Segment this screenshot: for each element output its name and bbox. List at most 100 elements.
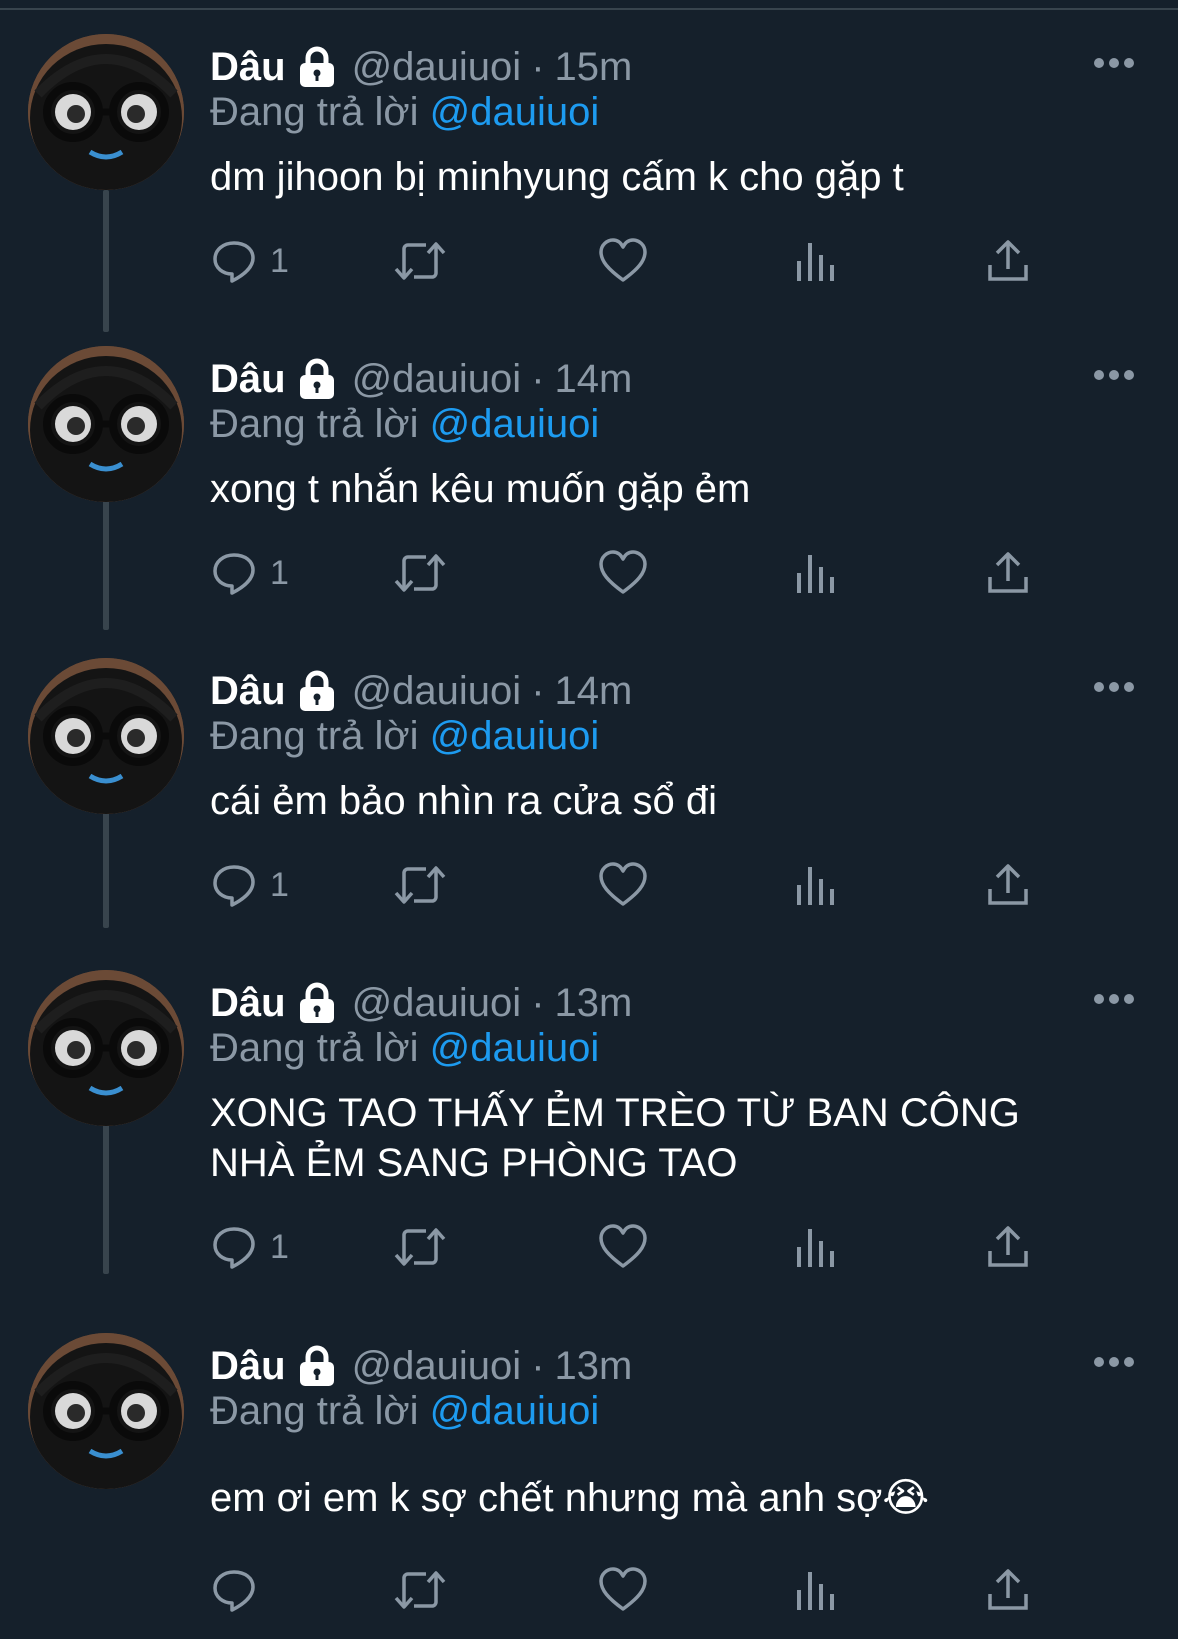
reply-button[interactable]: 1	[210, 236, 289, 286]
more-icon[interactable]	[1092, 992, 1136, 1006]
tweet-header: Dâu @dauiuoi · 15m	[210, 42, 632, 92]
like-icon	[599, 1224, 647, 1268]
reply-button[interactable]: 1	[210, 860, 289, 910]
share-button[interactable]	[985, 1222, 1031, 1272]
avatar[interactable]	[28, 658, 184, 814]
retweet-button[interactable]	[392, 1565, 448, 1615]
retweet-icon	[394, 242, 446, 280]
reply-count: 1	[270, 553, 289, 592]
avatar[interactable]	[28, 34, 184, 190]
like-button[interactable]	[598, 236, 648, 286]
retweet-button[interactable]	[392, 860, 448, 910]
timestamp[interactable]: 13m	[555, 1344, 633, 1389]
views-button[interactable]	[794, 236, 838, 286]
lock-icon	[299, 46, 334, 87]
share-icon	[988, 1226, 1028, 1267]
mention-link[interactable]: @dauiuoi	[430, 1389, 600, 1433]
share-button[interactable]	[985, 236, 1031, 286]
reply-icon	[213, 553, 255, 595]
views-button[interactable]	[794, 860, 838, 910]
display-name[interactable]: Dâu	[210, 669, 286, 714]
like-button[interactable]	[598, 1222, 648, 1272]
views-icon	[797, 867, 834, 905]
tweet-actions: 1	[210, 236, 1090, 286]
reply-button[interactable]: 1	[210, 1222, 289, 1272]
like-icon	[599, 238, 647, 282]
like-icon	[599, 550, 647, 594]
avatar[interactable]	[28, 1333, 184, 1489]
tweet[interactable]: Dâu @dauiuoi · 15m Đang trả lời @dauiuoi…	[0, 34, 1178, 324]
tweet[interactable]: Dâu @dauiuoi · 13m Đang trả lời @dauiuoi…	[0, 970, 1178, 1310]
share-button[interactable]	[985, 1565, 1031, 1615]
handle[interactable]: @dauiuoi	[352, 45, 522, 90]
separator-dot: ·	[531, 1343, 545, 1388]
reply-count: 1	[270, 1227, 289, 1266]
reply-button[interactable]: 1	[210, 548, 289, 598]
more-icon[interactable]	[1092, 56, 1136, 70]
lock-icon	[299, 1345, 334, 1386]
retweet-button[interactable]	[392, 548, 448, 598]
more-icon[interactable]	[1092, 368, 1136, 382]
display-name[interactable]: Dâu	[210, 1344, 286, 1389]
timestamp[interactable]: 14m	[555, 669, 633, 714]
separator-dot: ·	[531, 44, 545, 89]
more-icon[interactable]	[1092, 1355, 1136, 1369]
handle[interactable]: @dauiuoi	[352, 981, 522, 1026]
avatar-image	[28, 346, 184, 502]
share-button[interactable]	[985, 860, 1031, 910]
like-icon	[599, 862, 647, 906]
tweet-header: Dâu @dauiuoi · 14m	[210, 666, 632, 716]
lock-icon	[299, 670, 334, 711]
tweet-header: Dâu @dauiuoi · 13m	[210, 1341, 632, 1391]
views-icon	[797, 1572, 834, 1610]
retweet-icon	[394, 866, 446, 904]
mention-link[interactable]: @dauiuoi	[430, 714, 600, 758]
share-button[interactable]	[985, 548, 1031, 598]
share-icon	[988, 1569, 1028, 1610]
like-button[interactable]	[598, 1565, 648, 1615]
mention-link[interactable]: @dauiuoi	[430, 90, 600, 134]
display-name[interactable]: Dâu	[210, 981, 286, 1026]
mention-link[interactable]: @dauiuoi	[430, 402, 600, 446]
like-icon	[599, 1567, 647, 1611]
replying-to: Đang trả lời @dauiuoi	[210, 714, 599, 759]
handle[interactable]: @dauiuoi	[352, 669, 522, 714]
tweet[interactable]: Dâu @dauiuoi · 13m Đang trả lời @dauiuoi…	[0, 1333, 1178, 1633]
retweet-button[interactable]	[392, 1222, 448, 1272]
tweet-actions: 1	[210, 1222, 1090, 1272]
tweet-actions: 1	[210, 548, 1090, 598]
reply-icon	[213, 1227, 255, 1269]
timestamp[interactable]: 15m	[555, 45, 633, 90]
reply-icon	[213, 865, 255, 907]
display-name[interactable]: Dâu	[210, 45, 286, 90]
handle[interactable]: @dauiuoi	[352, 357, 522, 402]
reply-icon	[213, 1570, 255, 1612]
tweet-text: xong t nhắn kêu muốn gặp ẻm	[210, 467, 751, 511]
share-icon	[988, 552, 1028, 593]
like-button[interactable]	[598, 548, 648, 598]
like-button[interactable]	[598, 860, 648, 910]
separator-dot: ·	[531, 980, 545, 1025]
more-icon[interactable]	[1092, 680, 1136, 694]
separator-dot: ·	[531, 356, 545, 401]
share-icon	[988, 240, 1028, 281]
mention-link[interactable]: @dauiuoi	[430, 1026, 600, 1070]
timestamp[interactable]: 13m	[555, 981, 633, 1026]
replying-prefix: Đang trả lời	[210, 402, 419, 446]
views-button[interactable]	[794, 548, 838, 598]
tweet[interactable]: Dâu @dauiuoi · 14m Đang trả lời @dauiuoi…	[0, 346, 1178, 636]
display-name[interactable]: Dâu	[210, 357, 286, 402]
timestamp[interactable]: 14m	[555, 357, 633, 402]
views-button[interactable]	[794, 1565, 838, 1615]
avatar[interactable]	[28, 346, 184, 502]
reply-count: 1	[270, 865, 289, 904]
tweet[interactable]: Dâu @dauiuoi · 14m Đang trả lời @dauiuoi…	[0, 658, 1178, 948]
handle[interactable]: @dauiuoi	[352, 1344, 522, 1389]
views-button[interactable]	[794, 1222, 838, 1272]
avatar[interactable]	[28, 970, 184, 1126]
replying-to: Đang trả lời @dauiuoi	[210, 1026, 599, 1071]
avatar-image	[28, 658, 184, 814]
retweet-button[interactable]	[392, 236, 448, 286]
reply-button[interactable]	[210, 1565, 270, 1615]
tweet-text: dm jihoon bị minhyung cấm k cho gặp t	[210, 155, 904, 199]
